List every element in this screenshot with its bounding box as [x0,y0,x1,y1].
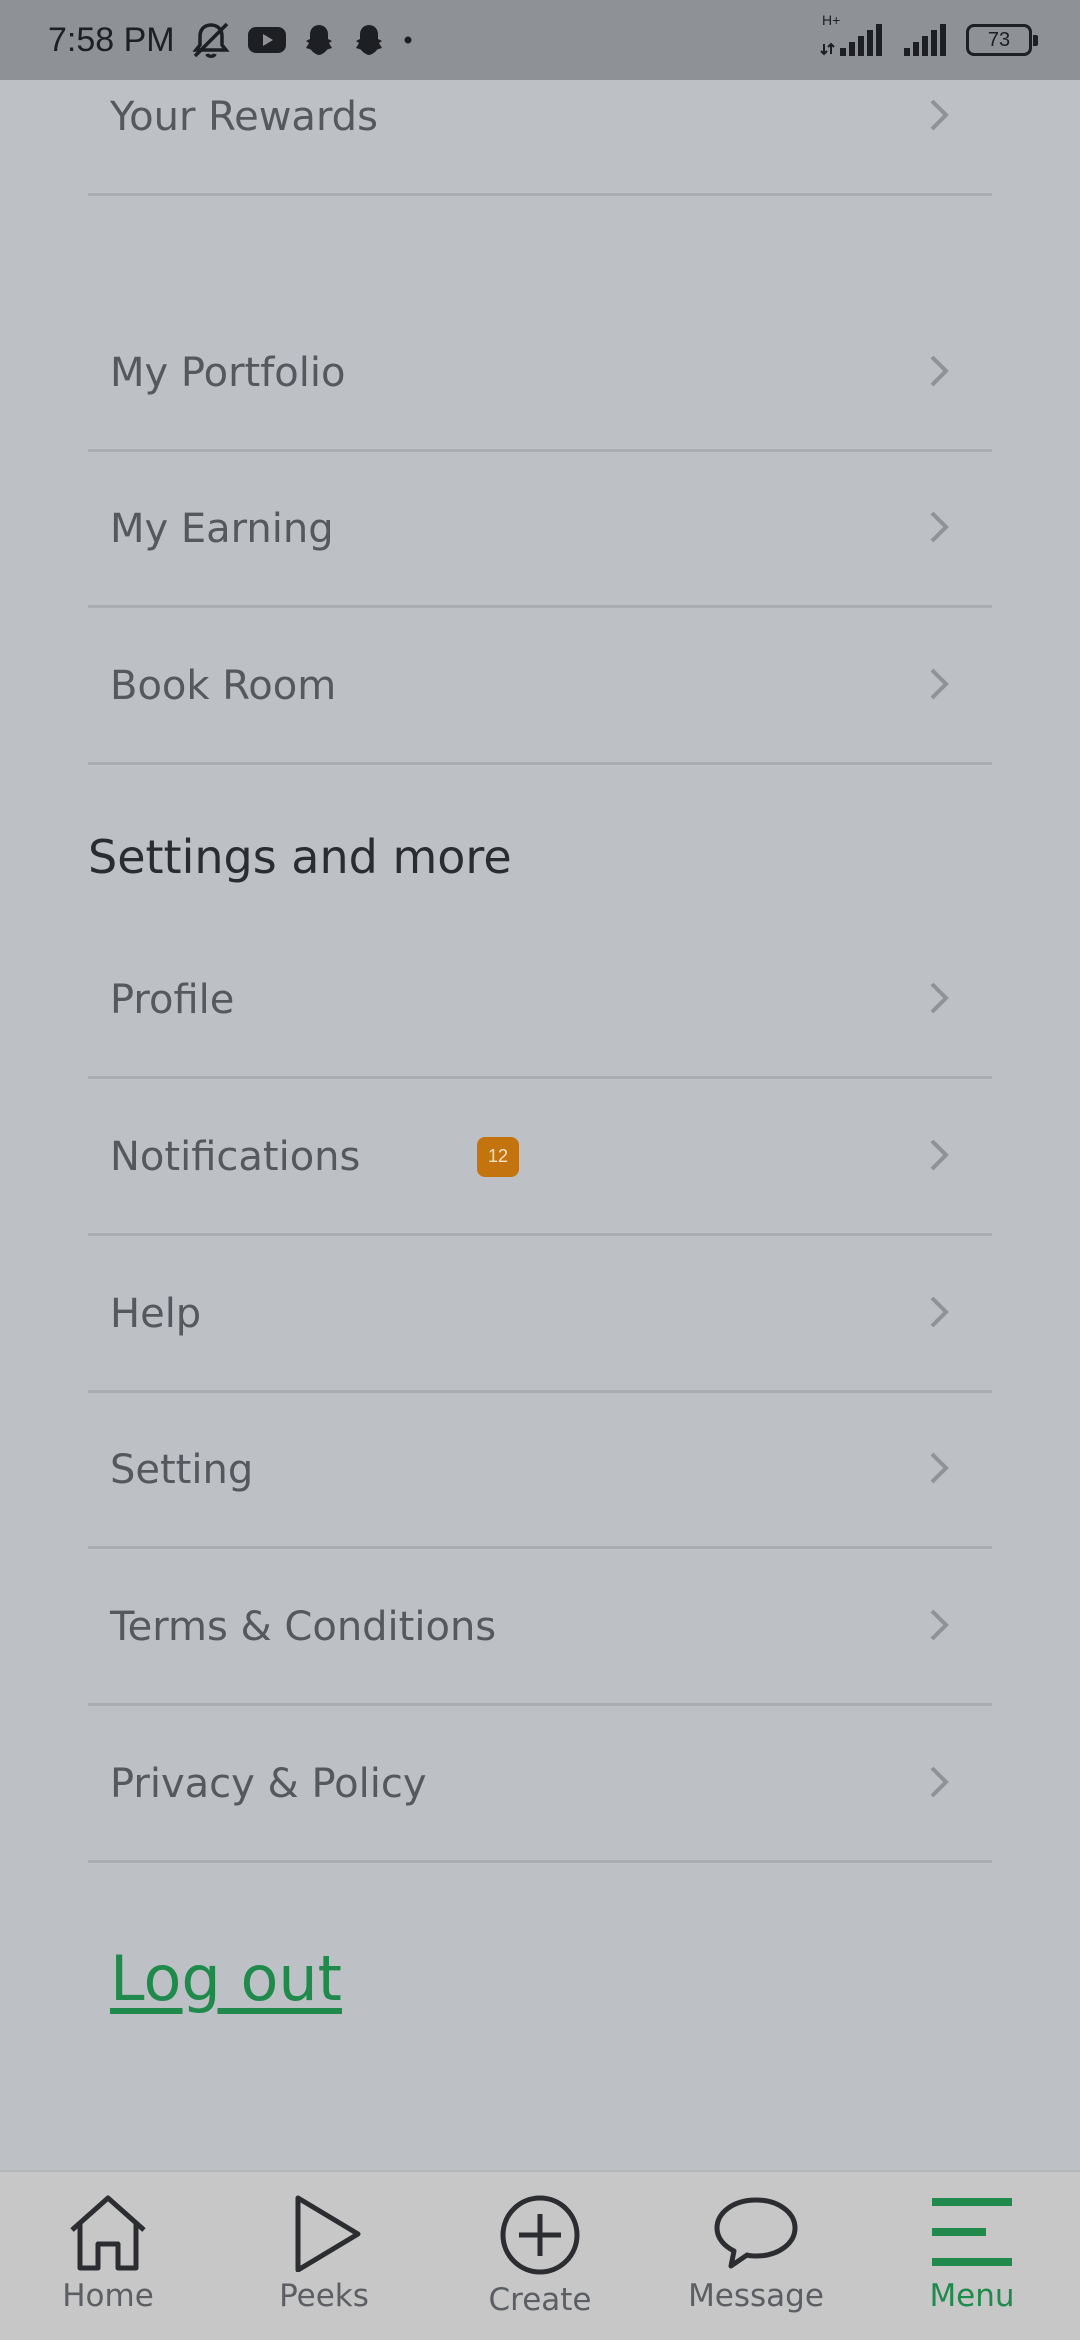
network-type-label: H+ [822,12,841,28]
status-right: H+ 73 [818,12,1038,60]
menu-item-label: Help [110,1290,202,1337]
nav-label: Peeks [279,2278,369,2314]
snapchat-icon [351,22,387,58]
nav-label: Menu [929,2278,1015,2314]
menu-item-label: Setting [110,1446,254,1493]
chevron-right-icon [928,353,952,393]
settings-item-setting[interactable]: Setting [88,1393,992,1549]
nav-label: Home [62,2278,154,2314]
menu-item-label: Terms & Conditions [110,1603,497,1650]
nav-label: Message [688,2278,824,2314]
menu-item-label: My Portfolio [110,349,346,396]
menu-item-earning[interactable]: My Earning [88,452,992,608]
chevron-right-icon [928,1764,952,1804]
menu-item-label: Your Rewards [110,93,378,140]
chevron-right-icon [928,666,952,706]
section-title: Settings and more [88,830,512,884]
settings-item-notifications[interactable]: Notifications 12 [88,1080,992,1236]
menu-icon [930,2194,1014,2276]
signal-icon [902,20,952,60]
status-left: 7:58 PM [48,20,415,60]
nav-label: Create [488,2282,592,2318]
mute-notifications-icon [189,20,233,60]
settings-item-profile[interactable]: Profile [88,923,992,1079]
settings-item-terms[interactable]: Terms & Conditions [88,1550,992,1706]
status-bar: 7:58 PM H+ 73 [0,0,1080,80]
nav-home[interactable]: Home [0,2172,216,2340]
play-icon [282,2194,366,2276]
snapchat-icon [301,22,337,58]
chevron-right-icon [928,509,952,549]
menu-item-rewards[interactable]: Your Rewards [88,80,992,196]
chevron-right-icon [928,1137,952,1177]
chevron-right-icon [928,97,952,137]
battery-icon: 73 [966,24,1038,56]
nav-menu[interactable]: Menu [864,2172,1080,2340]
youtube-icon [247,25,287,55]
menu-item-portfolio[interactable]: My Portfolio [88,296,992,452]
status-time: 7:58 PM [48,20,175,59]
signal-h-plus-icon: H+ [818,12,888,60]
menu-item-label: Profile [110,976,235,1023]
chevron-right-icon [928,1607,952,1647]
menu-item-label: Privacy & Policy [110,1760,427,1807]
notification-count-badge: 12 [477,1136,519,1177]
dot-icon [401,33,415,47]
chevron-right-icon [928,1294,952,1334]
plus-circle-icon [498,2194,582,2280]
chat-bubble-icon [711,2194,801,2276]
chevron-right-icon [928,980,952,1020]
settings-item-privacy[interactable]: Privacy & Policy [88,1707,992,1863]
nav-message[interactable]: Message [648,2172,864,2340]
menu-item-label: Book Room [110,662,337,709]
menu-item-label: Notifications [110,1133,361,1180]
nav-peeks[interactable]: Peeks [216,2172,432,2340]
settings-item-help[interactable]: Help [88,1237,992,1393]
chevron-right-icon [928,1450,952,1490]
bottom-nav: Home Peeks Create Message Menu [0,2170,1080,2340]
menu-content[interactable]: Your Rewards My Portfolio My Earning Boo… [0,80,1080,2170]
menu-item-label: My Earning [110,505,334,552]
nav-create[interactable]: Create [432,2172,648,2340]
menu-item-book-room[interactable]: Book Room [88,609,992,765]
home-icon [66,2194,150,2276]
logout-link[interactable]: Log out [110,1942,342,2015]
